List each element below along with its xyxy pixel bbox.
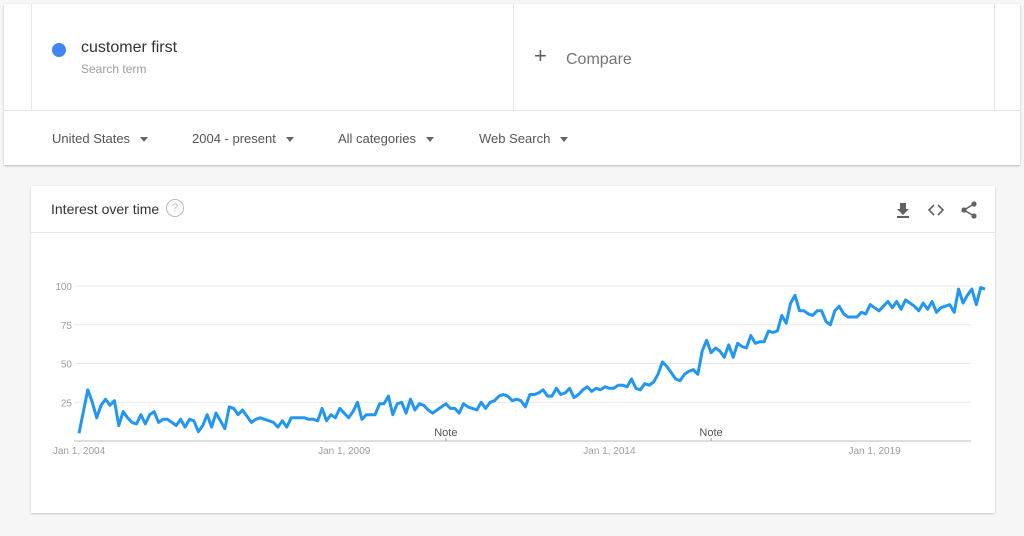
series-line xyxy=(77,286,986,434)
filter-bar: United States 2004 - present All categor… xyxy=(4,110,1020,165)
header-panel: customer first Search term + Compare Uni… xyxy=(4,4,1020,165)
caret-down-icon xyxy=(285,137,294,143)
search-term-name[interactable]: customer first xyxy=(81,39,177,57)
x-tick-label: Jan 1, 2019 xyxy=(848,446,901,457)
card-header: Interest over time ? xyxy=(31,186,995,233)
y-tick-label: 75 xyxy=(61,321,73,332)
term-color-dot xyxy=(52,43,66,57)
filter-time-label: 2004 - present xyxy=(192,131,276,146)
y-tick-label: 100 xyxy=(55,282,72,293)
filter-search-type-label: Web Search xyxy=(479,131,551,146)
line-chart[interactable]: 25 50 75 100 Jan 1, 2004 Jan 1, 2009 Jan 1, 20… xyxy=(31,233,995,513)
search-term-subtitle: Search term xyxy=(81,62,147,76)
embed-code-icon[interactable] xyxy=(926,200,946,220)
card-title: Interest over time xyxy=(51,201,160,217)
filter-category-label: All categories xyxy=(338,131,417,146)
note-label: Note xyxy=(699,427,722,439)
caret-down-icon xyxy=(560,137,569,143)
help-icon[interactable]: ? xyxy=(166,199,184,217)
interest-over-time-card: Interest over time ? 25 50 75 100 Jan 1, 200… xyxy=(31,186,995,513)
x-tick-label: Jan 1, 2014 xyxy=(583,446,636,457)
filter-category[interactable]: All categories xyxy=(338,131,435,146)
filter-region-label: United States xyxy=(52,131,131,146)
caret-down-icon xyxy=(426,137,435,143)
y-tick-label: 50 xyxy=(61,360,73,371)
filter-search-type[interactable]: Web Search xyxy=(479,131,569,146)
filter-region[interactable]: United States xyxy=(52,131,149,146)
compare-label: Compare xyxy=(566,51,632,68)
y-tick-label: 25 xyxy=(61,398,73,409)
plus-icon: + xyxy=(534,43,547,68)
term-row: customer first Search term + Compare xyxy=(4,4,1020,111)
x-tick-label: Jan 1, 2009 xyxy=(318,446,371,457)
caret-down-icon xyxy=(140,137,149,143)
x-tick-label: Jan 1, 2004 xyxy=(53,446,106,457)
note-label: Note xyxy=(434,427,457,439)
search-term-card[interactable]: customer first Search term xyxy=(31,4,514,110)
filter-time-range[interactable]: 2004 - present xyxy=(192,131,294,146)
download-icon[interactable] xyxy=(893,200,913,220)
compare-button[interactable]: + Compare xyxy=(512,4,995,110)
share-icon[interactable] xyxy=(959,200,979,220)
